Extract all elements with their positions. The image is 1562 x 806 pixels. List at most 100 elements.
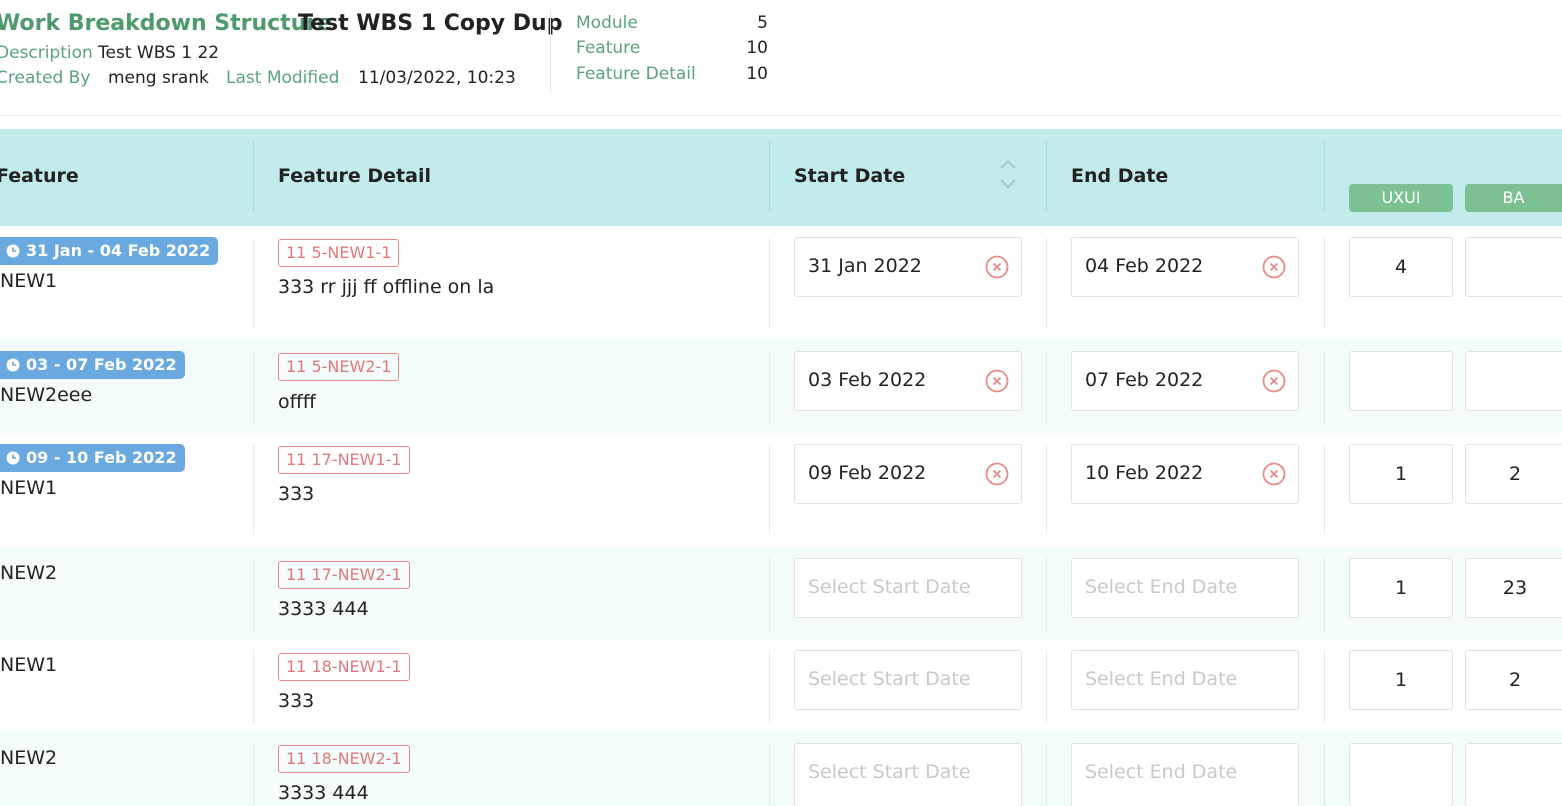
clear-icon[interactable] [1262, 369, 1286, 393]
table-row [0, 640, 1562, 732]
uxui-hours-input[interactable] [1349, 351, 1453, 411]
column-divider [769, 444, 770, 534]
stat-label-feature-detail: Feature Detail [576, 64, 696, 84]
end-date-input[interactable]: 10 Feb 2022 [1071, 444, 1299, 504]
end-date-input[interactable]: 07 Feb 2022 [1071, 351, 1299, 411]
column-divider [253, 350, 254, 425]
resource-header-uxui: UXUI [1349, 184, 1453, 212]
section-title: Work Breakdown Structure [0, 11, 333, 36]
start-date-value: 09 Feb 2022 [808, 462, 927, 484]
date-range-badge: 09 - 10 Feb 2022 [0, 444, 185, 472]
table-row [0, 340, 1562, 433]
start-date-value: 31 Jan 2022 [808, 255, 922, 277]
column-divider [769, 141, 770, 212]
sort-icon[interactable] [998, 156, 1018, 192]
ba-hours-input[interactable] [1465, 351, 1562, 411]
feature-code-tag: 11 5-NEW2-1 [278, 353, 400, 381]
last-modified-value: 11/03/2022, 10:23 [358, 68, 516, 88]
end-date-input[interactable]: Select End Date [1071, 743, 1299, 806]
feature-code-tag: 11 17-NEW2-1 [278, 561, 410, 589]
column-header-feature[interactable]: Feature [0, 165, 79, 187]
ba-hours-input[interactable] [1465, 237, 1562, 297]
ba-hours-input[interactable]: 23 [1465, 558, 1562, 618]
column-divider [1324, 650, 1325, 724]
feature-name: NEW2 [0, 747, 58, 769]
wbs-header: Work Breakdown Structure Test WBS 1 Copy… [0, 0, 1562, 116]
clear-icon[interactable] [985, 462, 1009, 486]
date-range-text: 09 - 10 Feb 2022 [26, 448, 177, 467]
column-divider [253, 444, 254, 534]
start-date-input[interactable]: Select Start Date [794, 558, 1022, 618]
column-header-start-date[interactable]: Start Date [794, 165, 905, 187]
end-date-input[interactable]: Select End Date [1071, 558, 1299, 618]
ba-hours-input[interactable]: 2 [1465, 444, 1562, 504]
uxui-hours-input[interactable]: 1 [1349, 444, 1453, 504]
end-date-placeholder: Select End Date [1085, 761, 1238, 783]
date-range-badge: 03 - 07 Feb 2022 [0, 351, 185, 379]
feature-code-tag: 11 17-NEW1-1 [278, 446, 410, 474]
end-date-input[interactable]: 04 Feb 2022 [1071, 237, 1299, 297]
last-modified-label: Last Modified [226, 68, 340, 88]
start-date-placeholder: Select Start Date [808, 761, 971, 783]
stat-label-module: Module [576, 13, 638, 33]
column-header-feature-detail[interactable]: Feature Detail [278, 165, 431, 187]
start-date-input[interactable]: 09 Feb 2022 [794, 444, 1022, 504]
description-value: Test WBS 1 22 [98, 43, 220, 63]
start-date-input[interactable]: Select Start Date [794, 743, 1022, 806]
date-range-badge: 31 Jan - 04 Feb 2022 [0, 237, 219, 265]
column-divider [1046, 444, 1047, 534]
feature-name: NEW2eee [0, 384, 93, 406]
clear-icon[interactable] [1262, 462, 1286, 486]
column-divider [769, 350, 770, 425]
feature-detail-text: offff [278, 391, 316, 413]
ba-hours-input[interactable] [1465, 743, 1562, 806]
feature-name: NEW1 [0, 477, 58, 499]
column-divider [769, 650, 770, 724]
column-header-end-date[interactable]: End Date [1071, 165, 1168, 187]
column-divider [253, 650, 254, 724]
column-divider [1046, 557, 1047, 632]
uxui-hours-input[interactable]: 1 [1349, 558, 1453, 618]
stat-value-feature: 10 [746, 38, 768, 58]
table-row [0, 732, 1562, 806]
clock-icon [6, 244, 20, 258]
column-divider [1046, 350, 1047, 425]
stat-value-module: 5 [757, 13, 768, 33]
column-divider [1324, 350, 1325, 425]
column-divider [1046, 742, 1047, 806]
table-row [0, 547, 1562, 640]
feature-code-tag: 11 5-NEW1-1 [278, 239, 400, 267]
table-header [0, 129, 1562, 226]
start-date-input[interactable]: Select Start Date [794, 650, 1022, 710]
column-divider [253, 742, 254, 806]
clear-icon[interactable] [985, 369, 1009, 393]
ba-hours-input[interactable]: 2 [1465, 650, 1562, 710]
table-row [0, 433, 1562, 547]
start-date-placeholder: Select Start Date [808, 576, 971, 598]
column-divider [1324, 742, 1325, 806]
feature-detail-text: 3333 444 [278, 598, 369, 620]
created-by-value: meng srank [108, 68, 209, 88]
wbs-name: Test WBS 1 Copy Dup [298, 11, 563, 36]
uxui-hours-input[interactable]: 1 [1349, 650, 1453, 710]
end-date-input[interactable]: Select End Date [1071, 650, 1299, 710]
clear-icon[interactable] [1262, 255, 1286, 279]
end-date-placeholder: Select End Date [1085, 576, 1238, 598]
uxui-hours-input[interactable]: 4 [1349, 237, 1453, 297]
header-divider [550, 10, 551, 92]
start-date-input[interactable]: 31 Jan 2022 [794, 237, 1022, 297]
start-date-input[interactable]: 03 Feb 2022 [794, 351, 1022, 411]
end-date-placeholder: Select End Date [1085, 668, 1238, 690]
clear-icon[interactable] [985, 255, 1009, 279]
column-divider [1324, 557, 1325, 632]
feature-name: NEW2 [0, 562, 58, 584]
column-divider [253, 557, 254, 632]
feature-detail-text: 333 rr jjj ff offline on la [278, 276, 495, 298]
uxui-hours-input[interactable] [1349, 743, 1453, 806]
feature-detail-text: 333 [278, 483, 315, 505]
column-divider [769, 742, 770, 806]
clock-icon [6, 358, 20, 372]
feature-detail-text: 3333 444 [278, 782, 369, 804]
column-divider [1324, 238, 1325, 328]
column-divider [1046, 238, 1047, 328]
